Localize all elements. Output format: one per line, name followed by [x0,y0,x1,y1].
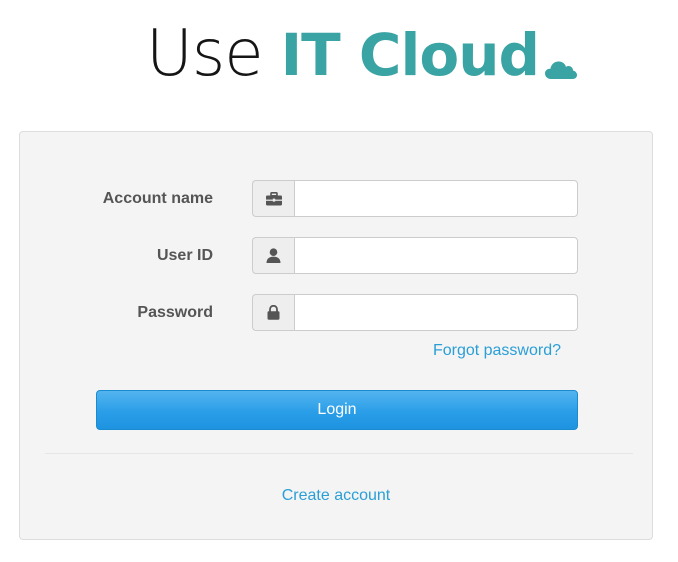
create-account-link[interactable]: Create account [20,487,652,505]
logo-text-bold: IT Cloud [280,21,540,89]
cloud-icon [545,58,577,80]
account-name-input-group [252,180,578,217]
password-input-group [252,294,578,331]
password-row: Password [20,294,652,331]
user-id-row: User ID [20,237,652,274]
user-id-input-group [252,237,578,274]
forgot-password-link[interactable]: Forgot password? [433,342,561,360]
lock-icon [252,294,294,331]
logo-text-light: Use [146,17,264,91]
account-name-field[interactable] [294,180,578,217]
login-panel: Account name User ID Password Forgot pas… [19,131,653,540]
password-label: Password [137,304,213,321]
logo: Use IT Cloud [146,14,577,94]
password-field[interactable] [294,294,578,331]
user-id-field[interactable] [294,237,578,274]
briefcase-icon [252,180,294,217]
login-button[interactable]: Login [96,390,578,430]
divider [45,453,633,454]
user-icon [252,237,294,274]
account-name-label: Account name [102,190,213,207]
user-id-label: User ID [156,247,213,264]
account-name-row: Account name [20,180,652,217]
